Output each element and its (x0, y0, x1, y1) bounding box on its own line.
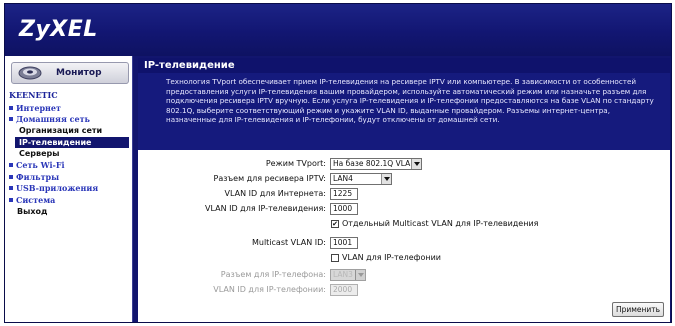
sidebar-item-logout[interactable]: Выход (5, 206, 131, 218)
sidebar-item-label: Серверы (19, 149, 60, 159)
phone-vlan-input[interactable]: 2000 (330, 284, 358, 296)
bullet-icon (9, 163, 13, 168)
inet-vlan-input[interactable]: 1225 (330, 188, 358, 200)
page-description: Технология TVport обеспечивает прием IP-… (138, 73, 670, 150)
multicast-vlan-check-label: Отдельный Multicast VLAN для IP-телевиде… (342, 219, 539, 228)
iptv-vlan-label: VLAN ID для IP-телевидения: (205, 204, 326, 213)
sidebar-item-label: Домашняя сеть (16, 114, 90, 125)
multicast-vlan-label: Multicast VLAN ID: (251, 238, 326, 247)
bullet-icon (9, 174, 13, 179)
sidebar: Монитор KEENETIC Интернет Домашняя сеть … (5, 56, 133, 322)
chevron-down-icon (411, 159, 421, 169)
phone-port-select[interactable]: LAN3 (330, 269, 366, 281)
port-label: Разъем для ресивера IPTV: (213, 174, 326, 183)
sidebar-item-system[interactable]: Система (5, 194, 131, 206)
bullet-icon (9, 186, 13, 191)
iptv-port-select[interactable]: LAN4 (330, 173, 392, 185)
sidebar-item-wifi[interactable]: Сеть Wi-Fi (5, 160, 131, 172)
sidebar-item-label: Сеть Wi-Fi (16, 160, 65, 171)
chevron-down-icon (381, 174, 391, 184)
page-title: IP-телевидение (138, 58, 670, 73)
monitor-icon (16, 64, 44, 82)
phone-vlan-label: VLAN ID для IP-телефонии: (213, 285, 326, 294)
zyxel-logo: ZyXEL (19, 17, 98, 42)
main-panel: IP-телевидение Технология TVport обеспеч… (138, 58, 670, 322)
iptv-vlan-input[interactable]: 1000 (330, 203, 358, 215)
monitor-button[interactable]: Монитор (11, 62, 129, 84)
tvport-mode-select[interactable]: На базе 802.1Q VLAN (330, 158, 422, 170)
sidebar-item-home-network[interactable]: Домашняя сеть (5, 114, 131, 126)
monitor-label: Монитор (56, 68, 102, 78)
inet-vlan-label: VLAN ID для Интернета: (224, 189, 326, 198)
bullet-icon (9, 197, 13, 202)
sidebar-item-network-setup[interactable]: Организация сети (5, 125, 131, 137)
sidebar-item-servers[interactable]: Серверы (5, 148, 131, 160)
nav-title: KEENETIC (9, 90, 58, 100)
check-icon: ✔ (332, 219, 338, 228)
sidebar-item-label: Система (16, 194, 56, 205)
sidebar-item-label: Организация сети (19, 126, 103, 136)
phone-port-value: LAN3 (333, 270, 353, 279)
multicast-vlan-checkbox[interactable]: ✔ (331, 220, 339, 228)
sidebar-item-label: USB-приложения (16, 183, 99, 194)
bullet-icon (9, 105, 13, 110)
chevron-down-icon (355, 270, 365, 280)
router-admin-window: ZyXEL Монитор KEENETIC Интернет Домашняя… (4, 3, 672, 323)
tvport-mode-value: На базе 802.1Q VLAN (333, 159, 416, 168)
mode-label: Режим TVport: (265, 159, 326, 168)
sidebar-item-label: Интернет (16, 102, 61, 113)
multicast-vlan-input[interactable]: 1001 (330, 237, 358, 249)
header-bar: ZyXEL (5, 4, 671, 56)
sidebar-item-usb-apps[interactable]: USB-приложения (5, 183, 131, 195)
bullet-icon (9, 117, 13, 122)
sidebar-nav: Интернет Домашняя сеть Организация сети … (5, 102, 131, 217)
sidebar-item-label: IP-телевидение (19, 137, 92, 147)
sidebar-item-iptv[interactable]: IP-телевидение (15, 136, 129, 148)
voip-vlan-checkbox[interactable] (331, 254, 339, 262)
voip-vlan-check-label: VLAN для IP-телефонии (342, 253, 441, 262)
iptv-port-value: LAN4 (333, 174, 353, 183)
apply-button[interactable]: Применить (612, 302, 664, 317)
phone-port-label: Разъем для IP-телефона: (220, 270, 326, 279)
sidebar-item-label: Фильтры (16, 171, 60, 182)
sidebar-item-label: Выход (17, 206, 48, 216)
sidebar-item-filters[interactable]: Фильтры (5, 171, 131, 183)
sidebar-item-internet[interactable]: Интернет (5, 102, 131, 114)
